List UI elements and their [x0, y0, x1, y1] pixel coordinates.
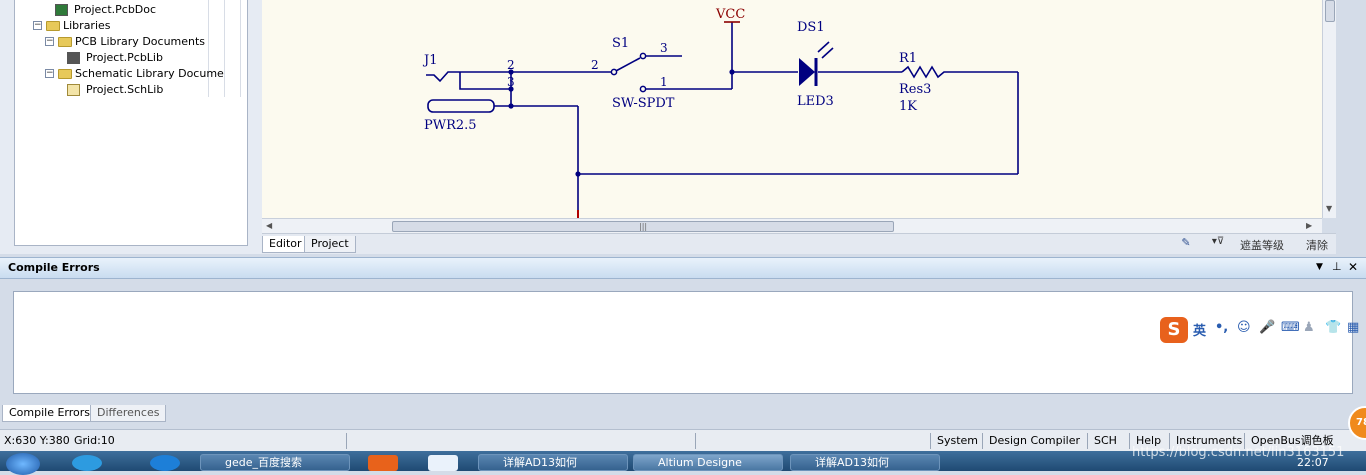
system-button[interactable]: System [930, 433, 978, 449]
panel-title: Compile Errors [8, 261, 100, 274]
horizontal-scroll-thumb[interactable]: ||| [392, 221, 894, 232]
user-icon[interactable]: ♟ [1303, 320, 1315, 335]
tab-differences[interactable]: Differences [90, 405, 167, 422]
schematic-canvas[interactable]: J1 2 3 PWR2.5 S1 2 3 1 SW-SPDT DS1 LED3 … [262, 0, 1322, 218]
folder-icon [58, 69, 72, 79]
windows-taskbar: gede_百度搜索 详解AD13如何 Altium Designe 详解AD13… [0, 445, 1366, 475]
app-cloud-icon[interactable] [428, 455, 458, 471]
tab-compile-errors[interactable]: Compile Errors [2, 405, 98, 422]
taskbar-item-word[interactable]: 详解AD13如何 [790, 454, 940, 471]
start-button-icon[interactable] [6, 453, 40, 475]
emoji-icon[interactable]: ☺ [1237, 320, 1251, 335]
s1-designator: S1 [612, 36, 629, 51]
project-tree: Project.PcbDoc − Libraries − PCB Library… [14, 0, 248, 246]
microphone-icon[interactable]: 🎤 [1259, 320, 1275, 335]
taskbar-item-browser[interactable]: gede_百度搜索 [200, 454, 350, 471]
s1-pin1-label: 1 [660, 75, 668, 89]
app-orange-icon[interactable] [368, 455, 398, 471]
app-k-icon[interactable] [150, 455, 180, 471]
j1-designator: J1 [422, 53, 437, 68]
resistor-comment: Res3 [899, 82, 931, 97]
keyboard-icon[interactable]: ⌨ [1281, 320, 1300, 335]
folder-icon [58, 37, 72, 47]
tab-project[interactable]: Project [304, 236, 356, 253]
grid-size: Grid:10 [74, 434, 115, 447]
right-panel-strip [1336, 0, 1366, 254]
pcb-document-icon [55, 4, 68, 16]
toolbox-icon[interactable]: ▦ [1347, 320, 1359, 335]
clear-button[interactable]: 清除 [1306, 237, 1328, 253]
folder-icon [46, 21, 60, 31]
resistor-value: 1K [899, 99, 917, 114]
design-compiler-button[interactable]: Design Compiler [982, 433, 1080, 449]
scroll-right-icon[interactable]: ▶ [1306, 221, 1312, 230]
led-comment: LED3 [797, 94, 834, 109]
j1-pin3-label: 3 [507, 75, 515, 89]
pin-icon[interactable]: ⊥ [1332, 260, 1342, 273]
ds1-designator: DS1 [797, 20, 825, 35]
project-tree-panel: Project.PcbDoc − Libraries − PCB Library… [0, 0, 262, 254]
switch-comment: SW-SPDT [612, 96, 675, 111]
panel-menu-icon[interactable]: ▼ [1316, 262, 1323, 272]
pwr-comment: PWR2.5 [424, 118, 477, 133]
s1-pin3-label: 3 [660, 41, 668, 55]
ime-language-toggle[interactable]: 英 [1193, 320, 1206, 339]
taskbar-item-folder[interactable]: 详解AD13如何 [478, 454, 628, 471]
s1-pin2-label: 2 [591, 58, 599, 72]
vertical-scroll-thumb[interactable] [1325, 0, 1335, 22]
tab-editor[interactable]: Editor [262, 236, 309, 253]
mask-level-button[interactable]: 遮盖等级 [1240, 237, 1284, 253]
scroll-down-icon[interactable]: ▼ [1326, 204, 1332, 213]
compile-errors-header: Compile Errors ▼ ⊥ ✕ [0, 257, 1366, 279]
cursor-coordinates: X:630 Y:380 [4, 434, 70, 447]
bottom-panel-tabs: Compile Errors Differences [0, 405, 1366, 426]
editor-tab-bar: Editor Project ✎ ▾⊽ 遮盖等级 清除 [262, 233, 1336, 254]
schematic-library-icon [67, 84, 80, 96]
vcc-label: VCC [715, 7, 745, 22]
taskbar-item-altium[interactable]: Altium Designe [633, 454, 783, 471]
r1-designator: R1 [899, 51, 917, 66]
collapse-icon[interactable]: − [45, 37, 54, 46]
collapse-icon[interactable]: − [33, 21, 42, 30]
punctuation-icon[interactable]: •, [1215, 320, 1228, 335]
scroll-left-icon[interactable]: ◀ [266, 221, 272, 230]
j1-pin2-label: 2 [507, 58, 515, 72]
compile-errors-list[interactable] [13, 291, 1353, 394]
horizontal-scrollbar[interactable]: ◀ ||| ▶ [262, 218, 1322, 233]
close-icon[interactable]: ✕ [1348, 260, 1358, 274]
sogou-ime-icon[interactable]: S [1160, 317, 1188, 343]
pcb-library-icon [67, 52, 80, 64]
filter-icon[interactable]: ▾⊽ [1202, 236, 1234, 253]
sch-button[interactable]: SCH [1087, 433, 1117, 449]
collapse-icon[interactable]: − [45, 69, 54, 78]
qq-icon[interactable] [72, 455, 102, 471]
brush-icon[interactable]: ✎ [1174, 236, 1198, 253]
clock[interactable]: 22:07 [1297, 456, 1329, 469]
skin-icon[interactable]: 👕 [1325, 320, 1341, 335]
vertical-scrollbar[interactable]: ▼ [1322, 0, 1336, 218]
